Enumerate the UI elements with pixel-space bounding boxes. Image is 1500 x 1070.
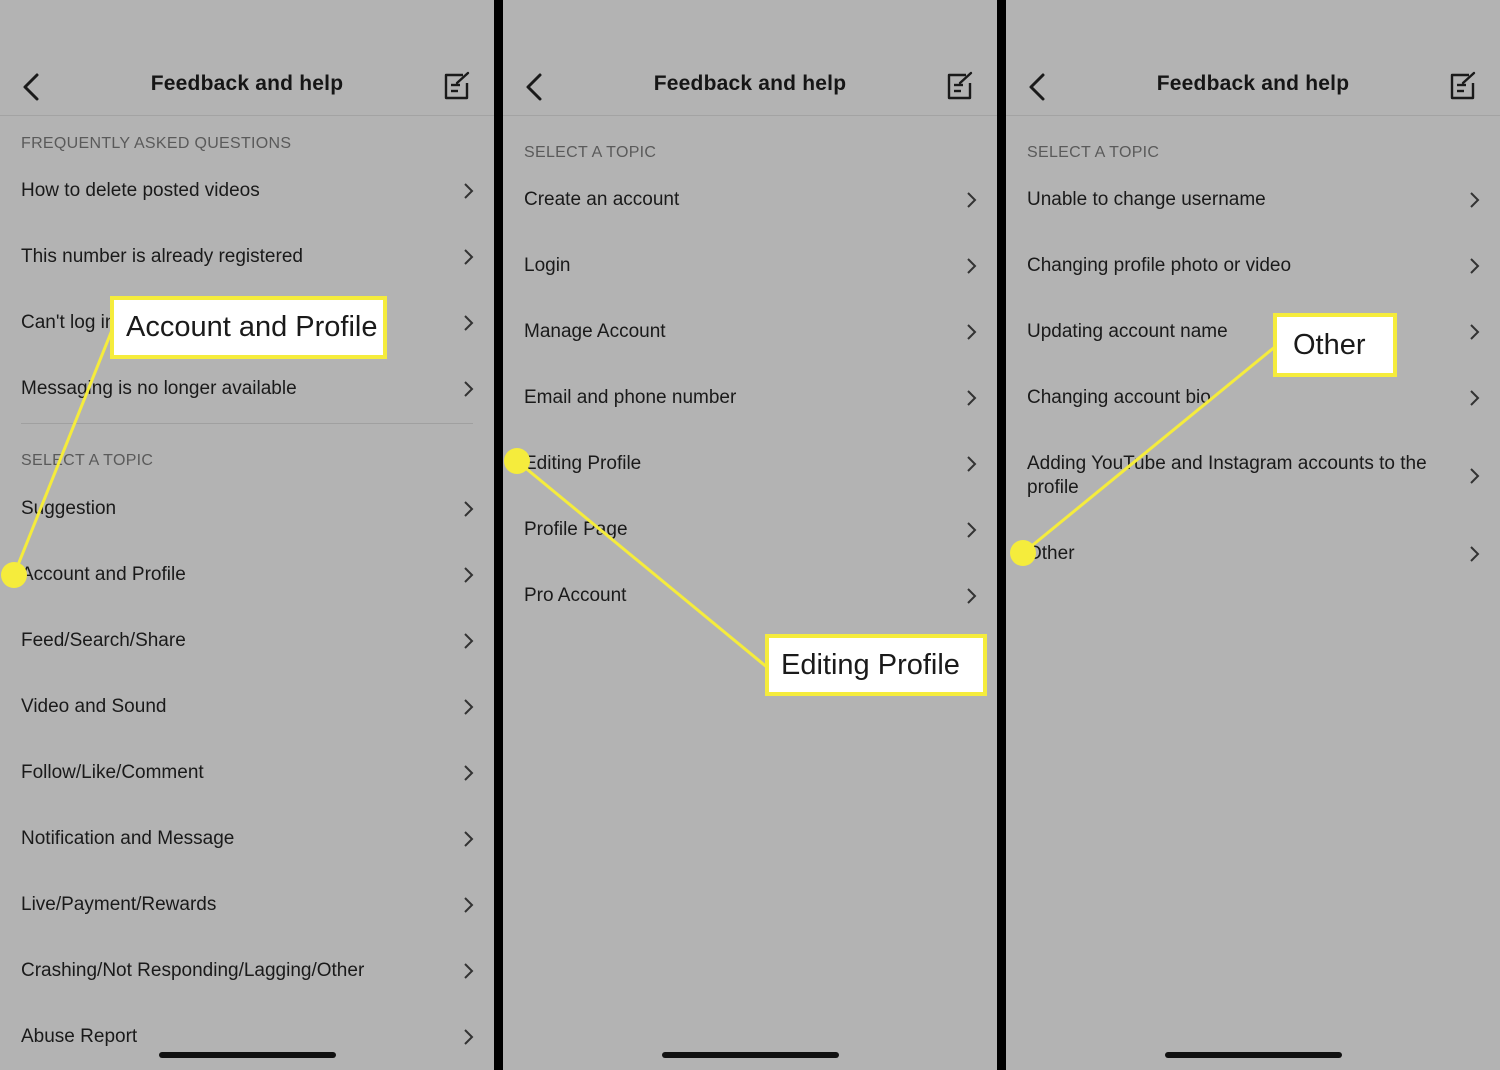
- chevron-right-icon: [464, 765, 474, 781]
- topic-item-label: Live/Payment/Rewards: [21, 894, 217, 915]
- topic-item-label: Unable to change username: [1027, 189, 1266, 210]
- topic-item[interactable]: Suggestion: [0, 479, 494, 539]
- faq-item[interactable]: Messaging is no longer available: [0, 359, 494, 419]
- chevron-right-icon: [464, 897, 474, 913]
- topic-item-account-and-profile[interactable]: Account and Profile: [0, 545, 494, 605]
- topic-item-label: Pro Account: [524, 585, 627, 606]
- nav-header: Feedback and help: [503, 0, 997, 116]
- page-title: Feedback and help: [1156, 72, 1350, 95]
- faq-item[interactable]: This number is already registered: [0, 227, 494, 287]
- topic-item-label: Other: [1027, 543, 1075, 564]
- topic-item-other[interactable]: Other: [1006, 524, 1500, 584]
- screen-feedback-faq: Feedback and help FREQUENTLY ASKED QUEST…: [0, 0, 494, 1070]
- compose-icon[interactable]: [946, 71, 974, 101]
- chevron-right-icon: [1470, 390, 1480, 406]
- chevron-right-icon: [464, 831, 474, 847]
- chevron-right-icon: [464, 633, 474, 649]
- section-label-faq: FREQUENTLY ASKED QUESTIONS: [21, 135, 292, 152]
- topic-item-label: Email and phone number: [524, 387, 737, 408]
- chevron-right-icon: [967, 522, 977, 538]
- callout-other: Other: [1273, 313, 1397, 377]
- topic-item[interactable]: Profile Page: [503, 500, 997, 560]
- faq-item-label: How to delete posted videos: [21, 180, 260, 201]
- page-title: Feedback and help: [150, 72, 344, 95]
- faq-item-label: Messaging is no longer available: [21, 378, 297, 399]
- topic-item-label: Account and Profile: [21, 564, 186, 585]
- home-indicator: [159, 1052, 336, 1058]
- topic-item-label: Video and Sound: [21, 696, 167, 717]
- nav-header: Feedback and help: [0, 0, 494, 116]
- home-indicator: [1165, 1052, 1342, 1058]
- section-label-topic: SELECT A TOPIC: [21, 452, 154, 469]
- topic-item[interactable]: Email and phone number: [503, 368, 997, 428]
- topic-item[interactable]: Changing account bio: [1006, 368, 1500, 428]
- topic-item-label: Profile Page: [524, 519, 628, 540]
- topic-item-label: Editing Profile: [524, 453, 642, 474]
- topic-item[interactable]: Login: [503, 236, 997, 296]
- chevron-right-icon: [464, 315, 474, 331]
- callout-account-and-profile: Account and Profile: [110, 296, 387, 359]
- topic-item-label: Adding YouTube and Instagram accounts to…: [1027, 453, 1427, 498]
- chevron-right-icon: [967, 192, 977, 208]
- chevron-right-icon: [464, 183, 474, 199]
- chevron-right-icon: [967, 390, 977, 406]
- topic-item-label: Notification and Message: [21, 828, 235, 849]
- callout-editing-profile: Editing Profile: [765, 634, 987, 696]
- topic-item-label: Create an account: [524, 189, 680, 210]
- topic-item[interactable]: Follow/Like/Comment: [0, 743, 494, 803]
- topic-item-label: Follow/Like/Comment: [21, 762, 204, 783]
- chevron-right-icon: [967, 588, 977, 604]
- topic-item-label: Abuse Report: [21, 1026, 138, 1047]
- topic-item[interactable]: Create an account: [503, 170, 997, 230]
- chevron-right-icon: [464, 249, 474, 265]
- chevron-right-icon: [1470, 546, 1480, 562]
- topic-item-label: Changing account bio: [1027, 387, 1211, 408]
- topic-item[interactable]: Unable to change username: [1006, 170, 1500, 230]
- faq-item[interactable]: How to delete posted videos: [0, 161, 494, 221]
- chevron-right-icon: [967, 258, 977, 274]
- topic-item[interactable]: Adding YouTube and Instagram accounts to…: [1006, 440, 1500, 512]
- home-indicator: [662, 1052, 839, 1058]
- topic-item-label: Feed/Search/Share: [21, 630, 186, 651]
- chevron-right-icon: [464, 1029, 474, 1045]
- topic-item[interactable]: Notification and Message: [0, 809, 494, 869]
- chevron-right-icon: [464, 501, 474, 517]
- topic-item-label: Crashing/Not Responding/Lagging/Other: [21, 960, 365, 981]
- topic-item-label: Changing profile photo or video: [1027, 255, 1292, 276]
- chevron-right-icon: [464, 963, 474, 979]
- topic-item[interactable]: Crashing/Not Responding/Lagging/Other: [0, 941, 494, 1001]
- compose-icon[interactable]: [443, 71, 471, 101]
- faq-item-label: This number is already registered: [21, 246, 303, 267]
- topic-item[interactable]: Manage Account: [503, 302, 997, 362]
- chevron-right-icon: [1470, 258, 1480, 274]
- chevron-right-icon: [464, 699, 474, 715]
- section-label-topic: SELECT A TOPIC: [524, 144, 657, 161]
- topic-item[interactable]: Pro Account: [503, 566, 997, 626]
- nav-header: Feedback and help: [1006, 0, 1500, 116]
- topic-item-label: Suggestion: [21, 498, 117, 519]
- topic-item[interactable]: Changing profile photo or video: [1006, 236, 1500, 296]
- topic-item[interactable]: Updating account name: [1006, 302, 1500, 362]
- screen-account-and-profile: Feedback and help SELECT A TOPIC Create …: [503, 0, 997, 1070]
- topic-item-label: Manage Account: [524, 321, 666, 342]
- chevron-right-icon: [464, 567, 474, 583]
- section-label-topic: SELECT A TOPIC: [1027, 144, 1160, 161]
- chevron-right-icon: [464, 381, 474, 397]
- topic-item[interactable]: Video and Sound: [0, 677, 494, 737]
- topic-item[interactable]: Feed/Search/Share: [0, 611, 494, 671]
- chevron-right-icon: [1470, 468, 1480, 484]
- topic-item[interactable]: Live/Payment/Rewards: [0, 875, 494, 935]
- topic-item-editing-profile[interactable]: Editing Profile: [503, 434, 997, 494]
- page-title: Feedback and help: [653, 72, 847, 95]
- screen-editing-profile: Feedback and help SELECT A TOPIC Unable …: [1006, 0, 1500, 1070]
- compose-icon[interactable]: [1449, 71, 1477, 101]
- chevron-right-icon: [967, 456, 977, 472]
- chevron-right-icon: [1470, 192, 1480, 208]
- topic-item-label: Login: [524, 255, 571, 276]
- topic-item[interactable]: Abuse Report: [0, 1007, 494, 1067]
- section-divider: [21, 423, 473, 424]
- chevron-right-icon: [1470, 324, 1480, 340]
- chevron-right-icon: [967, 324, 977, 340]
